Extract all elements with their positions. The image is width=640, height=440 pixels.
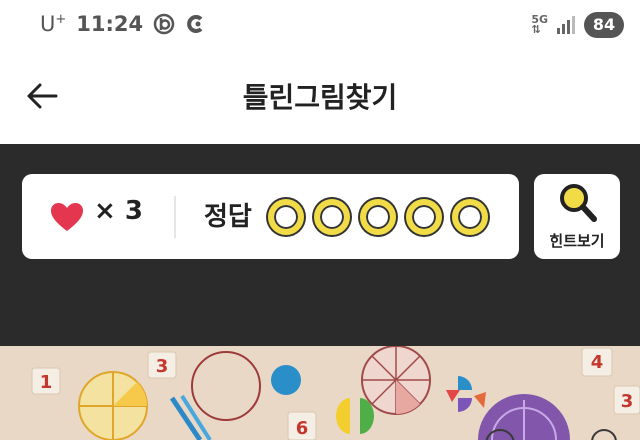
app-bar: 틀린그림찾기 <box>0 52 640 144</box>
status-bar: U+ 11:24 5G ⇅ 84 <box>0 0 640 52</box>
magnifier-icon <box>560 184 597 222</box>
status-right: 5G ⇅ 84 <box>531 12 624 38</box>
hint-button[interactable]: 힌트보기 <box>534 174 620 259</box>
number-tile: 4 <box>581 347 613 377</box>
answer-indicators <box>268 199 488 235</box>
answer-slot <box>452 199 488 235</box>
score-card: × 3 정답 <box>22 174 519 259</box>
battery-indicator: 84 <box>584 12 624 38</box>
svg-text:3: 3 <box>156 356 169 377</box>
svg-text:4: 4 <box>591 352 604 373</box>
number-tile: 1 <box>31 367 61 395</box>
answer-slot <box>406 199 442 235</box>
answer-slot <box>314 199 350 235</box>
heart-icon <box>51 203 83 231</box>
network-badge: 5G ⇅ <box>531 13 548 36</box>
divider <box>174 196 176 238</box>
b-app-icon <box>153 13 175 35</box>
answer-slot <box>268 199 304 235</box>
answer-slot <box>360 199 396 235</box>
hint-label: 힌트보기 <box>549 232 605 250</box>
answer-label: 정답 <box>204 202 252 232</box>
clock: 11:24 <box>76 12 144 36</box>
svg-text:6: 6 <box>296 418 309 439</box>
blue-ball <box>271 365 301 395</box>
carrier-label: U+ <box>40 12 67 36</box>
c-app-icon <box>187 15 203 33</box>
puzzle-image[interactable]: 1 3 6 4 3 <box>0 346 640 440</box>
fraction-circle <box>78 371 148 440</box>
number-tile: 3 <box>147 351 177 379</box>
fraction-circle <box>361 346 431 415</box>
signal-icon <box>557 16 575 34</box>
math-toys-illustration: 1 3 6 4 3 <box>0 346 640 440</box>
svg-text:3: 3 <box>621 391 634 412</box>
svg-text:1: 1 <box>40 372 53 393</box>
lives-count: × 3 <box>94 196 143 226</box>
number-tile: 3 <box>613 385 640 415</box>
status-left: U+ 11:24 <box>40 12 207 36</box>
number-tile: 6 <box>287 411 317 440</box>
page-title: 틀린그림찾기 <box>242 81 398 114</box>
